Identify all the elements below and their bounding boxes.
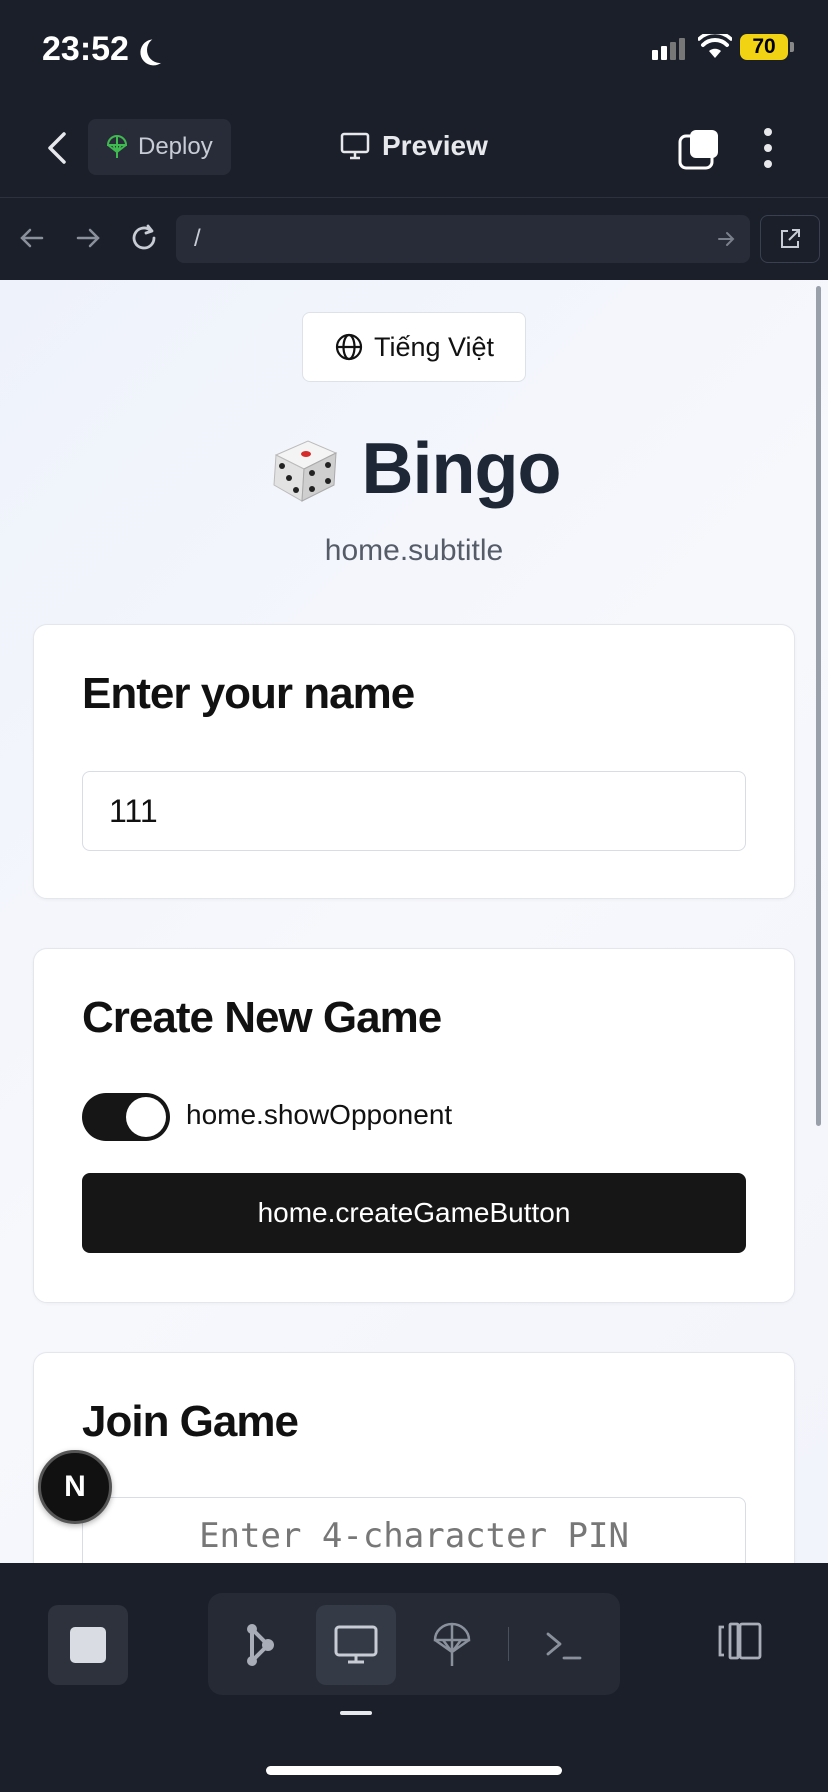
- language-label: Tiếng Việt: [373, 331, 495, 362]
- monitor-icon: [340, 132, 370, 160]
- active-view-indicator: [340, 1711, 372, 1715]
- show-opponent-label: home.showOpponent: [186, 1099, 453, 1130]
- toolbar-divider: [508, 1627, 509, 1661]
- page-title: Bingo: [0, 428, 828, 510]
- globe-icon: [335, 333, 363, 361]
- home-indicator[interactable]: [266, 1766, 562, 1775]
- stop-button[interactable]: [48, 1605, 128, 1685]
- deploy-icon: [106, 135, 128, 158]
- name-card-heading: Enter your name: [82, 669, 415, 718]
- moon-icon: [143, 33, 176, 66]
- nav-back-arrow-icon[interactable]: [16, 222, 48, 254]
- back-chevron-icon[interactable]: [40, 128, 74, 168]
- preview-title: Preview: [340, 130, 488, 162]
- join-game-card: Join Game Enter 4-character PIN: [33, 1352, 795, 1563]
- tabs-icon[interactable]: [678, 128, 720, 170]
- subtitle: home.subtitle: [324, 534, 504, 567]
- deploy-icon: [433, 1622, 471, 1666]
- create-game-heading: Create New Game: [82, 993, 442, 1042]
- terminal-view-button[interactable]: [524, 1605, 604, 1685]
- open-external-button[interactable]: [760, 215, 820, 263]
- terminal-icon: [546, 1632, 582, 1660]
- more-options-icon[interactable]: [764, 128, 772, 168]
- dev-tools-badge[interactable]: N: [38, 1450, 112, 1524]
- title-text: Bingo: [361, 429, 562, 509]
- app-header: Deploy Preview: [0, 100, 828, 198]
- reload-icon[interactable]: [128, 222, 160, 254]
- toggle-knob: [126, 1097, 166, 1137]
- agent-view-button[interactable]: [220, 1605, 300, 1685]
- agent-icon: [247, 1624, 274, 1666]
- dice-icon: [272, 440, 337, 502]
- web-preview: Tiếng Việt Bingo home.subtitle Enter you…: [0, 280, 828, 1563]
- language-button[interactable]: Tiếng Việt: [302, 312, 526, 382]
- pin-input[interactable]: Enter 4-character PIN: [82, 1497, 746, 1563]
- status-bar: 23:52 70: [0, 0, 828, 100]
- battery-icon: [790, 42, 794, 52]
- join-game-heading: Join Game: [82, 1397, 299, 1446]
- wifi-icon: [698, 34, 732, 58]
- panel-layout-icon[interactable]: [716, 1621, 764, 1661]
- stop-icon: [70, 1627, 106, 1663]
- deploy-button[interactable]: Deploy: [88, 119, 231, 175]
- nav-forward-arrow-icon[interactable]: [72, 222, 104, 254]
- deploy-view-button[interactable]: [412, 1605, 492, 1685]
- time-text: 23:52: [42, 30, 129, 68]
- monitor-icon: [334, 1625, 378, 1664]
- battery-level: 70: [740, 34, 788, 60]
- external-link-icon: [781, 229, 800, 248]
- show-opponent-toggle[interactable]: [82, 1093, 170, 1141]
- bottom-toolbar: [0, 1563, 828, 1792]
- cellular-signal-icon: [652, 38, 685, 60]
- preview-view-button[interactable]: [316, 1605, 396, 1685]
- url-input[interactable]: /: [176, 215, 750, 263]
- create-game-button[interactable]: home.createGameButton: [82, 1173, 746, 1253]
- clock: 23:52: [42, 30, 163, 69]
- preview-label: Preview: [382, 130, 488, 161]
- url-bar: /: [0, 198, 828, 280]
- create-game-card: Create New Game home.showOpponent home.c…: [33, 948, 795, 1303]
- name-input[interactable]: 111: [82, 771, 746, 851]
- go-arrow-icon[interactable]: [716, 229, 736, 249]
- view-switcher: [208, 1593, 620, 1695]
- deploy-label: Deploy: [138, 133, 213, 160]
- scrollbar[interactable]: [816, 286, 821, 1126]
- name-card: Enter your name 111: [33, 624, 795, 899]
- url-path: /: [194, 225, 201, 252]
